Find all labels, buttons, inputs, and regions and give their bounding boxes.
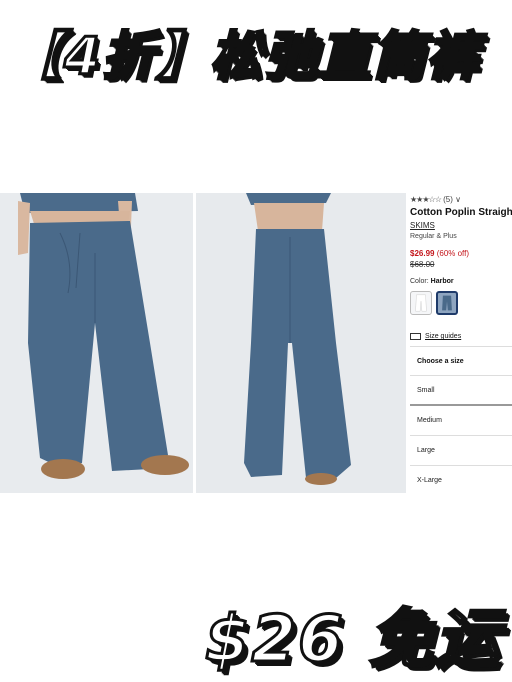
size-option-medium[interactable]: Medium [410,406,512,436]
pants-back-illustration [196,193,406,493]
pants-front-illustration [0,193,193,493]
original-price: $68.00 [410,260,435,269]
promo-banner: 【4折】松弛直筒裤 [0,0,512,100]
star-rating-icon: ★★★☆☆ [410,195,442,204]
ruler-icon [410,333,421,340]
promo-banner-title: 【4折】松弛直筒裤 [8,26,481,89]
product-rating[interactable]: ★★★☆☆ (5) ∨ [410,195,461,204]
product-photo-back[interactable] [196,193,406,493]
color-value: Harbor [430,278,454,285]
size-option-x-large[interactable]: X-Large [410,466,512,493]
pants-thumbnail-icon [442,295,452,311]
color-swatch-white[interactable] [410,291,432,315]
product-photo-front[interactable] [0,193,193,493]
product-detail-panel: ★★★☆☆ (5) ∨ Cotton Poplin Straight SKIMS… [410,193,512,493]
chevron-down-icon: ∨ [455,195,461,204]
product-title: Cotton Poplin Straight [410,207,512,218]
size-selector-header: Choose a size [410,347,512,376]
size-selector: Choose a size Small Medium Large X-Large [410,346,512,493]
color-label: Color: Harbor [410,278,454,285]
color-label-text: Color: [410,278,429,285]
review-count: (5) [443,195,453,204]
product-variant: Regular & Plus [410,233,457,240]
size-guide-label: Size guides [425,333,462,340]
discount-badge: (60% off) [436,249,470,258]
pants-thumbnail-icon [415,294,427,312]
size-option-small[interactable]: Small [410,376,512,406]
size-guide-link[interactable]: Size guides [410,333,461,340]
price-caption: $26 免运 [204,602,501,679]
color-swatch-harbor[interactable] [436,291,458,315]
price-line: $26.99 (60% off) [410,249,469,258]
size-option-large[interactable]: Large [410,436,512,466]
brand-link[interactable]: SKIMS [410,221,435,230]
sale-price: $26.99 [410,249,435,258]
